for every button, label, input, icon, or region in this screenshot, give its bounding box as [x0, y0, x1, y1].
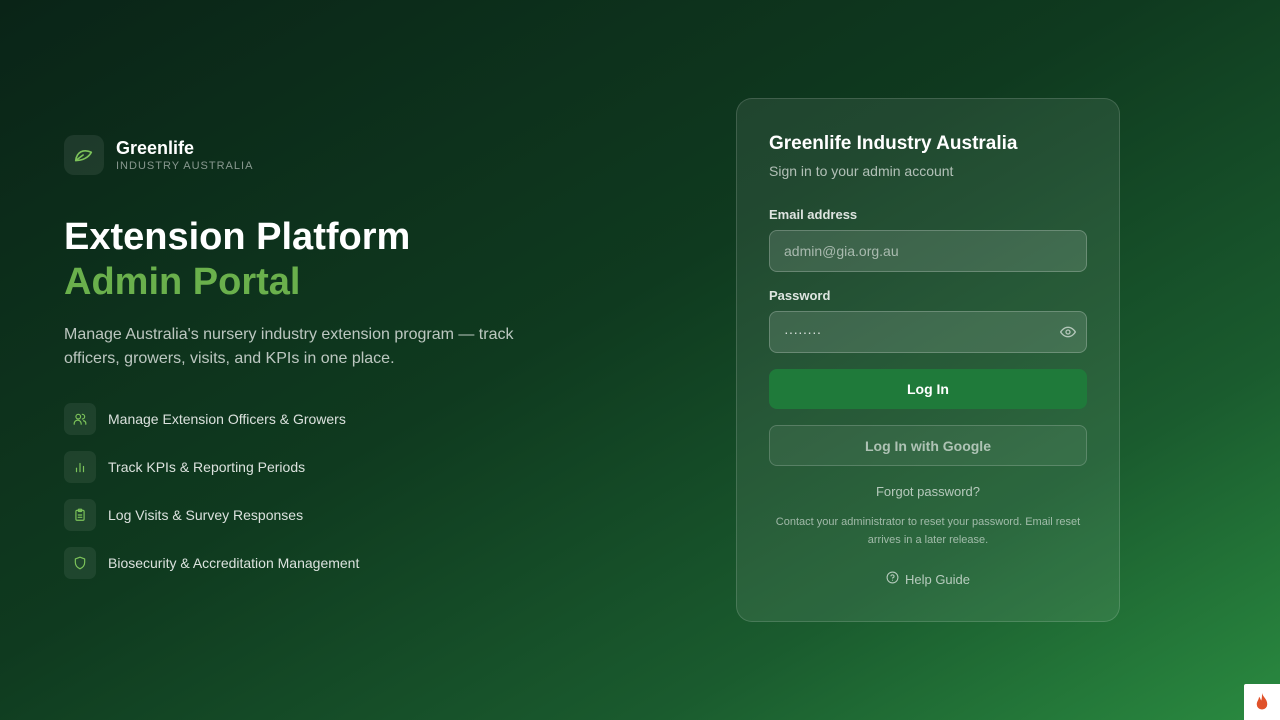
- users-icon: [64, 403, 96, 435]
- login-button[interactable]: Log In: [769, 369, 1087, 409]
- bar-chart-icon: [64, 451, 96, 483]
- brand: Greenlife INDUSTRY AUSTRALIA: [64, 135, 624, 175]
- feature-item: Manage Extension Officers & Growers: [64, 403, 624, 435]
- password-label: Password: [769, 288, 831, 303]
- email-label: Email address: [769, 207, 858, 222]
- feature-list: Manage Extension Officers & Growers Trac…: [64, 403, 624, 579]
- brand-name: Greenlife: [116, 138, 195, 158]
- shield-icon: [64, 547, 96, 579]
- password-field-wrapper: [769, 311, 1087, 353]
- google-login-button[interactable]: Log In with Google: [769, 425, 1087, 466]
- reset-note: Contact your administrator to reset your…: [775, 516, 1081, 546]
- brand-subtitle: INDUSTRY AUSTRALIA: [116, 160, 254, 172]
- forgot-password-link[interactable]: Forgot password?: [769, 484, 1087, 499]
- headline-line-1: Extension Platform: [64, 216, 411, 258]
- headline-line-2: Admin Portal: [64, 261, 301, 303]
- clipboard-icon: [64, 499, 96, 531]
- password-field[interactable]: [770, 312, 1086, 352]
- email-field-wrapper: [769, 230, 1087, 272]
- help-guide-link[interactable]: Help Guide: [769, 571, 1087, 587]
- feature-item: Log Visits & Survey Responses: [64, 499, 624, 531]
- hero-description: Manage Australia's nursery industry exte…: [64, 326, 514, 367]
- leaf-logo-icon: [64, 135, 104, 175]
- flame-icon[interactable]: [1244, 684, 1280, 720]
- login-title: Greenlife Industry Australia: [769, 133, 1018, 154]
- login-card: Greenlife Industry Australia Sign in to …: [736, 98, 1120, 622]
- login-subtitle: Sign in to your admin account: [769, 163, 954, 179]
- feature-label: Track KPIs & Reporting Periods: [108, 459, 306, 475]
- help-guide-label: Help Guide: [904, 571, 971, 587]
- help-circle-icon: [886, 571, 899, 587]
- page-headline: Extension Platform Admin Portal: [64, 215, 624, 305]
- eye-icon[interactable]: [1060, 324, 1076, 345]
- hero-panel: Greenlife INDUSTRY AUSTRALIA Extension P…: [64, 135, 624, 595]
- feature-label: Biosecurity & Accreditation Management: [108, 555, 360, 571]
- email-field[interactable]: [770, 231, 1086, 271]
- feature-item: Biosecurity & Accreditation Management: [64, 547, 624, 579]
- feature-label: Log Visits & Survey Responses: [108, 507, 304, 523]
- feature-item: Track KPIs & Reporting Periods: [64, 451, 624, 483]
- feature-label: Manage Extension Officers & Growers: [108, 411, 346, 427]
